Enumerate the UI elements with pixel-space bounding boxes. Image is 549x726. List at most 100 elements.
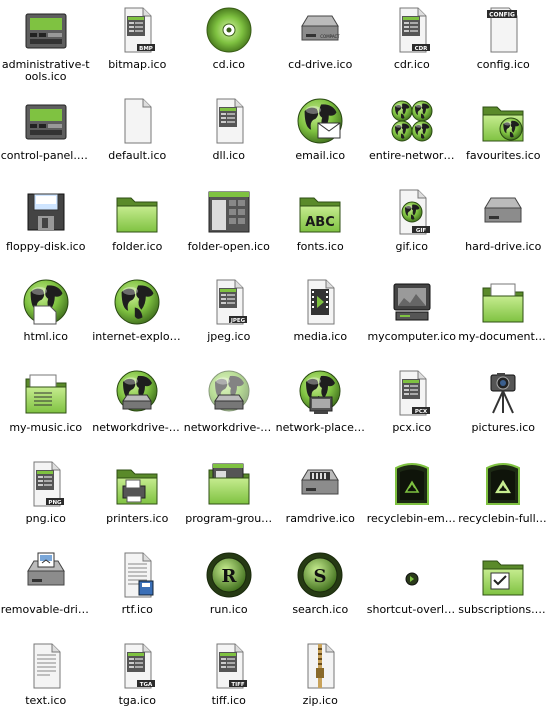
ramdrive-icon	[294, 458, 346, 510]
file-label: pcx.ico	[367, 422, 457, 434]
file-item[interactable]: control-panel.ico	[0, 91, 92, 182]
file-label: folder.ico	[92, 241, 182, 253]
recyclebin-full-icon	[477, 458, 529, 510]
file-item[interactable]: dll.ico	[183, 91, 275, 182]
file-item[interactable]: BMPbitmap.ico	[92, 0, 184, 91]
file-item[interactable]: hard-drive.ico	[458, 182, 549, 273]
file-item[interactable]: networkdrive-d…	[183, 363, 275, 454]
file-item[interactable]: my-documents.ico	[458, 272, 549, 363]
file-item[interactable]: html.ico	[0, 272, 92, 363]
cd-icon	[203, 4, 255, 56]
file-item[interactable]: Ssearch.ico	[275, 545, 367, 636]
file-label: cd-drive.ico	[275, 59, 365, 71]
file-item[interactable]: CDRcdr.ico	[366, 0, 458, 91]
file-item[interactable]: floppy-disk.ico	[0, 182, 92, 273]
file-item[interactable]: JPEG jpeg.ico	[183, 272, 275, 363]
tiff-file-icon: TIFF	[203, 640, 255, 692]
file-item[interactable]: internet-explor…	[92, 272, 184, 363]
file-item[interactable]: removable-driv…	[0, 545, 92, 636]
favourites-icon	[477, 95, 529, 147]
subscriptions-icon	[477, 549, 529, 601]
file-label: administrative-tools.ico	[1, 59, 91, 83]
my-computer-icon	[386, 276, 438, 328]
file-label: text.ico	[1, 695, 91, 707]
pcx-file-icon: PCX	[386, 367, 438, 419]
pictures-icon	[477, 367, 529, 419]
network-drive-disconnected-icon	[203, 367, 255, 419]
shortcut-overlay-icon	[386, 549, 438, 601]
file-item[interactable]: folder.ico	[92, 182, 184, 273]
file-item[interactable]: PNGpng.ico	[0, 454, 92, 545]
file-label: rtf.ico	[92, 604, 182, 616]
jpeg-file-icon: JPEG	[203, 276, 255, 328]
file-item[interactable]: ramdrive.ico	[275, 454, 367, 545]
rtf-file-icon	[111, 549, 163, 601]
file-item[interactable]: GIF gif.ico	[366, 182, 458, 273]
svg-text:COMPACT: COMPACT	[321, 34, 341, 39]
file-item[interactable]: recyclebin-full.ico	[458, 454, 549, 545]
file-item[interactable]: program-grou…	[183, 454, 275, 545]
folder-open-icon	[203, 186, 255, 238]
file-item[interactable]: networkdrive-c…	[92, 363, 184, 454]
file-item[interactable]: recyclebin-emp…	[366, 454, 458, 545]
file-item[interactable]: TIFF tiff.ico	[183, 636, 275, 726]
svg-text:PCX: PCX	[415, 409, 428, 415]
svg-text:R: R	[221, 566, 237, 587]
file-item[interactable]: administrative-tools.ico	[0, 0, 92, 91]
file-item[interactable]: zip.ico	[275, 636, 367, 726]
file-label: gif.ico	[367, 241, 457, 253]
file-label: internet-explor…	[92, 331, 182, 343]
file-item[interactable]: network-place…	[275, 363, 367, 454]
removable-drive-icon	[20, 549, 72, 601]
file-label: search.ico	[275, 604, 365, 616]
file-item[interactable]: TGAtga.ico	[92, 636, 184, 726]
file-item[interactable]: cd.ico	[183, 0, 275, 91]
file-item[interactable]: ABCfonts.ico	[275, 182, 367, 273]
file-item[interactable]: PCX pcx.ico	[366, 363, 458, 454]
search-icon: S	[294, 549, 346, 601]
file-label: png.ico	[1, 513, 91, 525]
gif-file-icon: GIF	[386, 186, 438, 238]
text-file-icon	[20, 640, 72, 692]
file-label: ramdrive.ico	[275, 513, 365, 525]
email-icon	[294, 95, 346, 147]
file-item[interactable]: shortcut-overla…	[366, 545, 458, 636]
file-item[interactable]: favourites.ico	[458, 91, 549, 182]
file-label: entire-networ…	[367, 150, 457, 162]
file-label: program-grou…	[184, 513, 274, 525]
html-icon	[20, 276, 72, 328]
file-item[interactable]: media.ico	[275, 272, 367, 363]
file-item[interactable]: pictures.ico	[458, 363, 549, 454]
file-item[interactable]: default.ico	[92, 91, 184, 182]
floppy-disk-icon	[20, 186, 72, 238]
file-label: networkdrive-c…	[92, 422, 182, 434]
file-item[interactable]: printers.ico	[92, 454, 184, 545]
file-item[interactable]: mycomputer.ico	[366, 272, 458, 363]
file-item[interactable]: rtf.ico	[92, 545, 184, 636]
internet-explorer-icon	[111, 276, 163, 328]
file-item[interactable]: subscriptions.ico	[458, 545, 549, 636]
file-label: networkdrive-d…	[184, 422, 274, 434]
media-file-icon	[294, 276, 346, 328]
zip-file-icon	[294, 640, 346, 692]
file-label: shortcut-overla…	[367, 604, 457, 616]
file-label: config.ico	[458, 59, 548, 71]
file-label: jpeg.ico	[184, 331, 274, 343]
file-item[interactable]: my-music.ico	[0, 363, 92, 454]
network-drive-connected-icon	[111, 367, 163, 419]
file-label: removable-driv…	[1, 604, 91, 616]
file-item[interactable]: Rrun.ico	[183, 545, 275, 636]
file-label: control-panel.ico	[1, 150, 91, 162]
file-item[interactable]: folder-open.ico	[183, 182, 275, 273]
fonts-icon: ABC	[294, 186, 346, 238]
file-label: tiff.ico	[184, 695, 274, 707]
file-item[interactable]: email.ico	[275, 91, 367, 182]
file-label: email.ico	[275, 150, 365, 162]
recyclebin-empty-icon	[386, 458, 438, 510]
file-item[interactable]: CONFIGconfig.ico	[458, 0, 549, 91]
file-item[interactable]: text.ico	[0, 636, 92, 726]
file-item[interactable]: COMPACT cd-drive.ico	[275, 0, 367, 91]
icon-grid: administrative-tools.ico BMPbitmap.ico c…	[0, 0, 549, 715]
program-group-icon	[203, 458, 255, 510]
file-item[interactable]: entire-networ…	[366, 91, 458, 182]
